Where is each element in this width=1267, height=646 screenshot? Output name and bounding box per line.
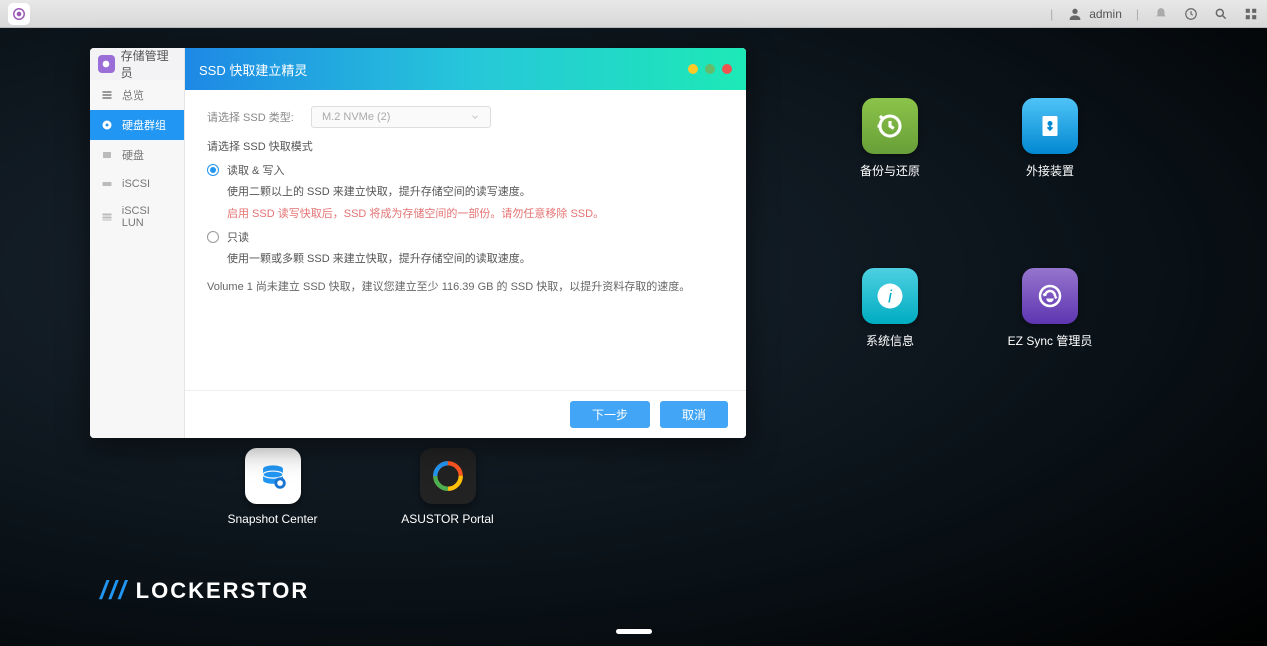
desktop-icon-ezsync[interactable]: EZ Sync 管理员 <box>980 268 1120 349</box>
tools-icon[interactable] <box>1183 6 1199 22</box>
sidebar-item-disk[interactable]: 硬盘 <box>90 140 184 170</box>
chevron-down-icon <box>470 112 480 122</box>
radio-read-write[interactable]: 读取 & 写入 <box>207 162 724 178</box>
desktop-icon-portal[interactable]: ASUSTOR Portal <box>370 448 525 526</box>
user-icon <box>1067 6 1083 22</box>
window-controls <box>688 64 732 74</box>
rw-description: 使用二颗以上的 SSD 来建立快取，提升存储空间的读写速度。 <box>227 184 724 202</box>
widgets-icon[interactable] <box>1243 6 1259 22</box>
radio-label: 读取 & 写入 <box>227 162 284 178</box>
search-icon[interactable] <box>1213 6 1229 22</box>
radio-label: 只读 <box>227 229 249 245</box>
system-topbar: | admin | <box>0 0 1267 28</box>
icon-label: 系统信息 <box>866 332 914 349</box>
window-title-bar[interactable]: 存储管理员 <box>90 48 184 80</box>
icon-label: 外接装置 <box>1026 162 1074 179</box>
backup-restore-icon <box>862 98 918 154</box>
icon-label: Snapshot Center <box>227 512 317 526</box>
wizard-body: 请选择 SSD 类型: M.2 NVMe (2) 请选择 SSD 快取模式 读取… <box>185 90 746 390</box>
wizard-footer: 下一步 取消 <box>185 390 746 438</box>
sidebar-item-overview[interactable]: 总览 <box>90 80 184 110</box>
desktop-icon-external[interactable]: 外接装置 <box>980 98 1120 179</box>
desktop-icon-backup[interactable]: 备份与还原 <box>820 98 960 179</box>
radio-icon <box>207 231 219 243</box>
ssd-cache-wizard: SSD 快取建立精灵 请选择 SSD 类型: M.2 NVMe (2) <box>185 48 746 438</box>
user-label: admin <box>1089 7 1122 21</box>
sidebar-item-iscsi-lun[interactable]: iSCSI LUN <box>90 198 184 236</box>
iscsi-lun-icon <box>100 210 114 224</box>
app-launcher-icon[interactable] <box>8 3 30 25</box>
brand-text: LOCKERSTOR <box>136 578 310 604</box>
window-title: 存储管理员 <box>121 48 176 81</box>
select-value: M.2 NVMe (2) <box>322 111 390 123</box>
desktop-icon-sysinfo[interactable]: i 系统信息 <box>820 268 960 349</box>
portal-icon <box>420 448 476 504</box>
icon-label: 备份与还原 <box>860 162 920 179</box>
notification-icon[interactable] <box>1153 6 1169 22</box>
storage-manager-icon <box>98 55 115 73</box>
next-button[interactable]: 下一步 <box>570 401 650 428</box>
ssd-type-label: 请选择 SSD 类型: <box>207 109 297 125</box>
wizard-title: SSD 快取建立精灵 <box>199 60 307 79</box>
storage-manager-window: 存储管理员 总览 硬盘群组 硬盘 <box>90 48 746 438</box>
sidebar-label: iSCSI LUN <box>122 205 174 229</box>
radio-read-only[interactable]: 只读 <box>207 229 724 245</box>
brand-logo: /// LOCKERSTOR <box>100 575 309 606</box>
volume-icon <box>100 118 114 132</box>
minimize-button[interactable] <box>688 64 698 74</box>
snapshot-icon <box>245 448 301 504</box>
external-device-icon <box>1022 98 1078 154</box>
desktop-icon-snapshot[interactable]: Snapshot Center <box>195 448 350 526</box>
brand-slashes-icon: /// <box>100 575 128 606</box>
rw-warning: 启用 SSD 读写快取后，SSD 将成为存储空间的一部份。请勿任意移除 SSD。 <box>227 206 724 224</box>
dock-handle[interactable] <box>616 629 652 634</box>
window-sidebar: 存储管理员 总览 硬盘群组 硬盘 <box>90 48 185 438</box>
cancel-button[interactable]: 取消 <box>660 401 728 428</box>
ro-description: 使用一颗或多颗 SSD 来建立快取，提升存储空间的读取速度。 <box>227 251 724 269</box>
cache-mode-label: 请选择 SSD 快取模式 <box>207 138 724 154</box>
sidebar-label: 硬盘群组 <box>122 117 166 133</box>
overview-icon <box>100 88 114 102</box>
icon-label: ASUSTOR Portal <box>401 512 493 526</box>
disk-icon <box>100 148 114 162</box>
iscsi-icon <box>100 177 114 191</box>
system-info-icon: i <box>862 268 918 324</box>
recommendation-text: Volume 1 尚未建立 SSD 快取，建议您建立至少 116.39 GB 的… <box>207 279 724 297</box>
sidebar-item-volume[interactable]: 硬盘群组 <box>90 110 184 140</box>
icon-label: EZ Sync 管理员 <box>1008 332 1093 349</box>
sidebar-label: iSCSI <box>122 178 150 190</box>
sidebar-label: 总览 <box>122 87 144 103</box>
desktop: 备份与还原 外接装置 i 系统信息 EZ Sync 管理员 S <box>0 28 1267 646</box>
sidebar-item-iscsi[interactable]: iSCSI <box>90 170 184 198</box>
close-button[interactable] <box>722 64 732 74</box>
user-menu[interactable]: admin <box>1067 6 1122 22</box>
wizard-header[interactable]: SSD 快取建立精灵 <box>185 48 746 90</box>
maximize-button[interactable] <box>705 64 715 74</box>
ssd-type-select[interactable]: M.2 NVMe (2) <box>311 106 491 128</box>
sidebar-label: 硬盘 <box>122 147 144 163</box>
radio-icon <box>207 164 219 176</box>
ez-sync-icon <box>1022 268 1078 324</box>
